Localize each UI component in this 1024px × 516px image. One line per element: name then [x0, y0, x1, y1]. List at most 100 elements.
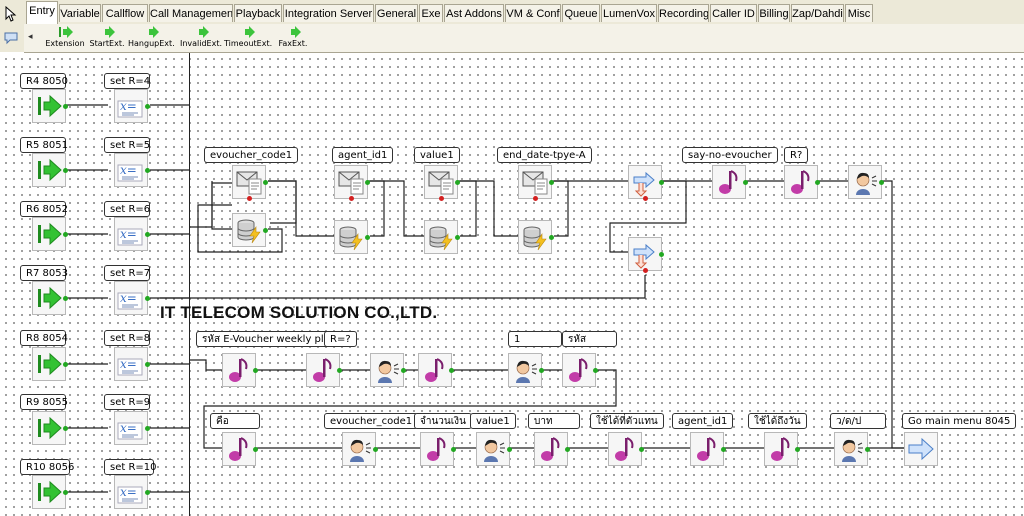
- playback-node[interactable]: [784, 165, 820, 199]
- label-chai-dai-thueng[interactable]: ใช้ได้ถึงวัน: [748, 413, 807, 429]
- playback-node[interactable]: [420, 432, 456, 466]
- http-fetch-node[interactable]: [232, 165, 268, 201]
- read-digits-node[interactable]: [370, 353, 406, 387]
- label-khue[interactable]: คือ: [210, 413, 260, 429]
- comment-tool-icon[interactable]: [3, 30, 19, 46]
- read-digits-node[interactable]: [342, 432, 378, 466]
- tab-zap-dahdi[interactable]: Zap/Dahdi: [791, 4, 844, 22]
- database-node[interactable]: [334, 220, 370, 254]
- database-node[interactable]: [424, 220, 460, 254]
- label-agent-id1-b[interactable]: agent_id1: [672, 413, 734, 429]
- callflow-canvas[interactable]: R4 8050 set R=4 R5 8051 set R=5 R6 8052 …: [0, 53, 1024, 516]
- playback-node[interactable]: [306, 353, 342, 387]
- label-r-question[interactable]: R?: [784, 147, 809, 163]
- pointer-tool-icon[interactable]: [3, 6, 19, 22]
- label-value1[interactable]: value1: [414, 147, 460, 163]
- label-end-date[interactable]: end_date-tpye-A: [497, 147, 592, 163]
- label-date-format[interactable]: ว/ด/ป: [830, 413, 886, 429]
- read-digits-node[interactable]: [848, 165, 884, 199]
- tab-misc[interactable]: Misc: [845, 4, 873, 22]
- tab-caller-id[interactable]: Caller ID: [710, 4, 757, 22]
- set-var-label-r7[interactable]: set R=7: [104, 265, 150, 281]
- tab-entry[interactable]: Entry: [26, 1, 58, 24]
- set-variable-node[interactable]: x=: [114, 347, 150, 381]
- extension-node[interactable]: [32, 217, 68, 251]
- label-rahat-evoucher[interactable]: รหัส E-Voucher weekly pls: [196, 331, 335, 347]
- tab-ast-addons[interactable]: Ast Addons: [444, 4, 504, 22]
- extension-label-r9[interactable]: R9 8055: [20, 394, 68, 410]
- set-var-label-r10[interactable]: set R=10: [104, 459, 157, 475]
- set-var-label-r4[interactable]: set R=4: [104, 73, 150, 89]
- tab-queue[interactable]: Queue: [562, 4, 600, 22]
- goto-node[interactable]: [904, 432, 938, 466]
- extension-node[interactable]: [32, 153, 68, 187]
- extension-label-r8[interactable]: R8 8054: [20, 330, 68, 346]
- set-var-label-r6[interactable]: set R=6: [104, 201, 150, 217]
- condition-node[interactable]: [628, 165, 664, 201]
- database-node[interactable]: [518, 220, 554, 254]
- read-digits-node[interactable]: [476, 432, 512, 466]
- tab-billing[interactable]: Billing: [758, 4, 790, 22]
- extension-tool[interactable]: Extension: [42, 26, 88, 50]
- playback-node[interactable]: [764, 432, 800, 466]
- set-var-label-r8[interactable]: set R=8: [104, 330, 150, 346]
- extension-node[interactable]: [32, 281, 68, 315]
- set-variable-node[interactable]: x=: [114, 89, 150, 123]
- playback-node[interactable]: [562, 353, 598, 387]
- playback-node[interactable]: [608, 432, 644, 466]
- http-fetch-node[interactable]: [424, 165, 460, 201]
- extension-label-r10[interactable]: R10 8056: [20, 459, 74, 475]
- tab-general[interactable]: General: [375, 4, 418, 22]
- start-ext-tool[interactable]: StartExt.: [84, 26, 130, 50]
- extension-node[interactable]: [32, 347, 68, 381]
- label-jamnuan-ngoen[interactable]: จำนวนเงิน: [414, 413, 472, 429]
- toolbar-scroll-left-icon[interactable]: ◂: [28, 32, 33, 42]
- label-one[interactable]: 1: [508, 331, 562, 347]
- set-var-label-r9[interactable]: set R=9: [104, 394, 150, 410]
- extension-label-r6[interactable]: R6 8052: [20, 201, 68, 217]
- tab-integration-server[interactable]: Integration Server: [283, 4, 374, 22]
- label-r-equals[interactable]: R=?: [324, 331, 357, 347]
- condition-node[interactable]: [628, 237, 664, 273]
- database-node[interactable]: [232, 213, 268, 247]
- tab-lumenvox[interactable]: LumenVox: [601, 4, 657, 22]
- http-fetch-node[interactable]: [518, 165, 554, 201]
- tab-exe[interactable]: Exe: [419, 4, 443, 22]
- extension-label-r7[interactable]: R7 8053: [20, 265, 68, 281]
- label-rahat[interactable]: รหัส: [562, 331, 617, 347]
- tab-call-management[interactable]: Call Management: [149, 4, 233, 22]
- extension-label-r5[interactable]: R5 8051: [20, 137, 68, 153]
- read-digits-node[interactable]: [508, 353, 544, 387]
- playback-node[interactable]: [712, 165, 748, 199]
- http-fetch-node[interactable]: [334, 165, 370, 201]
- tab-variable[interactable]: Variable: [59, 4, 101, 22]
- playback-node[interactable]: [690, 432, 726, 466]
- invalid-ext-tool[interactable]: InvalidExt.: [178, 26, 224, 50]
- label-value1-b[interactable]: value1: [470, 413, 516, 429]
- set-var-label-r5[interactable]: set R=5: [104, 137, 150, 153]
- set-variable-node[interactable]: x=: [114, 411, 150, 445]
- set-variable-node[interactable]: x=: [114, 217, 150, 251]
- label-go-main-menu[interactable]: Go main menu 8045: [902, 413, 1017, 429]
- label-chai-dai-tuathaen[interactable]: ใช้ได้ที่ตัวแทน: [590, 413, 664, 429]
- tab-callflow[interactable]: Callflow: [102, 4, 148, 22]
- tab-recording[interactable]: Recording: [658, 4, 709, 22]
- playback-node[interactable]: [534, 432, 570, 466]
- set-variable-node[interactable]: x=: [114, 281, 150, 315]
- playback-node[interactable]: [418, 353, 454, 387]
- set-variable-node[interactable]: x=: [114, 153, 150, 187]
- extension-node[interactable]: [32, 411, 68, 445]
- label-evoucher-code1[interactable]: evoucher_code1: [204, 147, 299, 163]
- label-evoucher-code1-b[interactable]: evoucher_code1: [324, 413, 419, 429]
- set-variable-node[interactable]: x=: [114, 475, 150, 509]
- extension-label-r4[interactable]: R4 8050: [20, 73, 68, 89]
- label-agent-id1[interactable]: agent_id1: [332, 147, 394, 163]
- extension-node[interactable]: [32, 475, 68, 509]
- playback-node[interactable]: [222, 353, 258, 387]
- extension-node[interactable]: [32, 89, 68, 123]
- tab-playback[interactable]: Playback: [234, 4, 282, 22]
- hangup-ext-tool[interactable]: HangupExt.: [128, 26, 175, 50]
- fax-ext-tool[interactable]: FaxExt.: [270, 26, 316, 50]
- playback-node[interactable]: [222, 432, 258, 466]
- timeout-ext-tool[interactable]: TimeoutExt.: [224, 26, 272, 50]
